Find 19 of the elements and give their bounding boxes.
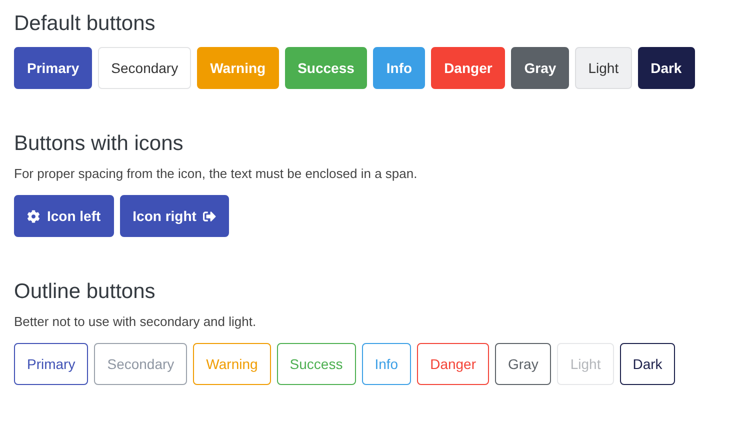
- gear-icon: [27, 210, 40, 222]
- section-description: Better not to use with secondary and light.: [14, 313, 258, 331]
- button[interactable]: Danger: [431, 47, 506, 89]
- section-heading: Default buttons: [14, 11, 156, 37]
- section-heading: Buttons with icons: [14, 131, 184, 157]
- outline-button[interactable]: Dark: [620, 343, 676, 385]
- button[interactable]: Gray: [511, 47, 570, 89]
- sign-out-icon: [203, 210, 216, 222]
- outline-button[interactable]: Primary: [14, 343, 88, 385]
- button[interactable]: Primary: [14, 47, 92, 89]
- button[interactable]: Light: [575, 47, 632, 89]
- button[interactable]: Icon left: [14, 195, 114, 237]
- button[interactable]: Secondary: [98, 47, 192, 89]
- outline-button[interactable]: Gray: [495, 343, 552, 385]
- button[interactable]: Dark: [638, 47, 695, 89]
- outline-button[interactable]: Danger: [417, 343, 489, 385]
- section-description: For proper spacing from the icon, the text must be enclosed in a span.: [14, 165, 418, 183]
- button[interactable]: Icon right: [120, 195, 230, 237]
- section-heading: Outline buttons: [14, 279, 156, 305]
